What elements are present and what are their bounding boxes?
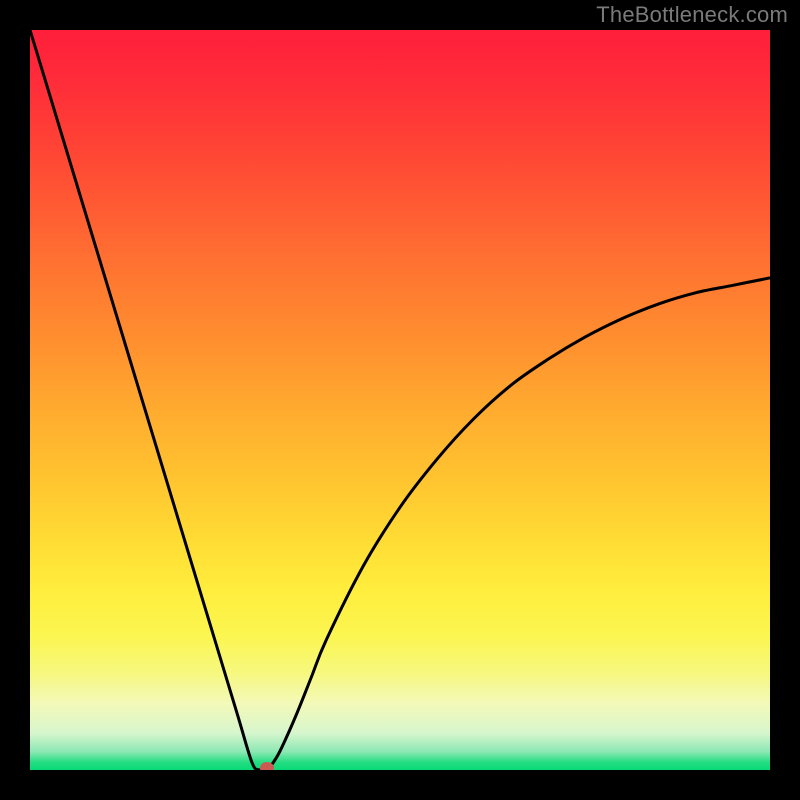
chart-frame: TheBottleneck.com [0, 0, 800, 800]
watermark-text: TheBottleneck.com [596, 2, 788, 28]
curve-svg [30, 30, 770, 770]
plot-area [30, 30, 770, 770]
bottleneck-curve-path [30, 30, 770, 770]
marker-dot [260, 762, 274, 770]
